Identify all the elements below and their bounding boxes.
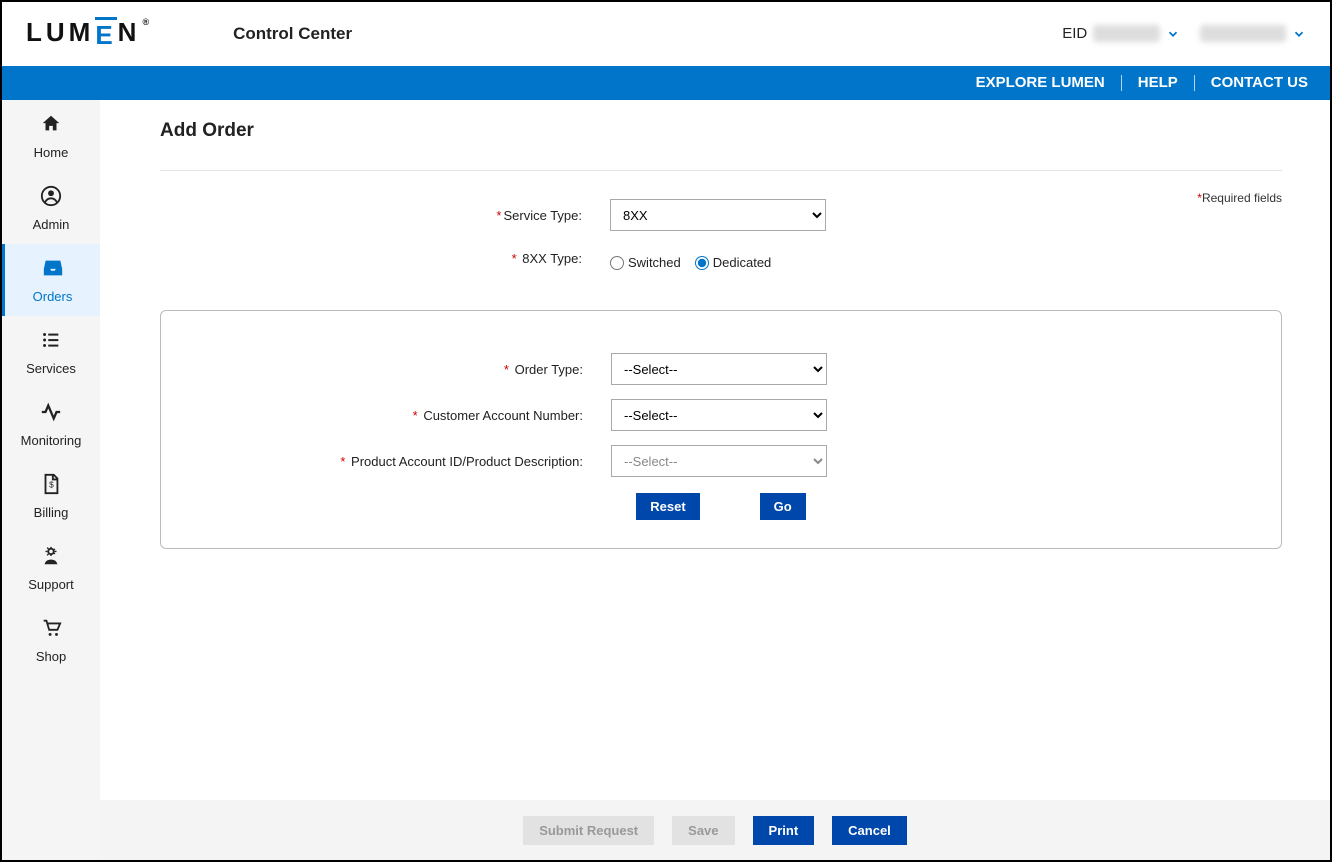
list-icon [40, 329, 62, 357]
sidebar-item-label: Services [26, 361, 76, 376]
sidebar-item-label: Support [28, 577, 74, 592]
eid-value: 0053403 [1093, 25, 1159, 42]
order-type-label: * Order Type: [161, 362, 611, 377]
main-content: Add Order *Required fields *Service Type… [100, 100, 1330, 860]
sidebar-item-shop[interactable]: Shop [2, 604, 100, 676]
cancel-button[interactable]: Cancel [832, 816, 907, 845]
cust-acct-label: * Customer Account Number: [161, 408, 611, 423]
eid-dropdown[interactable]: EID 0053403 [1062, 25, 1179, 42]
sidebar-item-services[interactable]: Services [2, 316, 100, 388]
sidebar-item-admin[interactable]: Admin [2, 172, 100, 244]
sidebar-item-label: Admin [33, 217, 70, 232]
invoice-icon: $ [40, 473, 62, 501]
page-title: Add Order [160, 120, 1282, 142]
inbox-icon [42, 257, 64, 285]
print-button[interactable]: Print [753, 816, 815, 845]
8xx-type-label: * 8XX Type: [160, 251, 610, 266]
cust-acct-select[interactable]: --Select-- [611, 399, 827, 431]
activity-icon [40, 401, 62, 429]
footer-actions: Submit Request Save Print Cancel [100, 800, 1330, 860]
prod-acct-select[interactable]: --Select-- [611, 445, 827, 477]
sidebar-item-billing[interactable]: $ Billing [2, 460, 100, 532]
chevron-down-icon [1292, 27, 1306, 41]
radio-dedicated[interactable]: Dedicated [695, 255, 772, 270]
radio-switched[interactable]: Switched [610, 255, 681, 270]
home-icon [40, 113, 62, 141]
top-bar: LUMEN® Control Center EID 0053403 markua… [2, 2, 1330, 66]
save-button[interactable]: Save [672, 816, 734, 845]
eid-label: EID [1062, 25, 1087, 42]
user-dropdown[interactable]: markuasten [1200, 25, 1306, 42]
brand-logo: LUMEN® [26, 17, 153, 51]
sidebar-item-label: Home [34, 145, 69, 160]
user-icon [40, 185, 62, 213]
sidebar-item-label: Orders [33, 289, 73, 304]
chevron-down-icon [1166, 27, 1180, 41]
nav-explore[interactable]: EXPLORE LUMEN [960, 75, 1122, 91]
order-details-box: * Order Type: --Select-- * Customer Acco… [160, 310, 1282, 549]
sidebar-item-support[interactable]: Support [2, 532, 100, 604]
sidebar-item-monitoring[interactable]: Monitoring [2, 388, 100, 460]
sidebar: Home Admin Orders Services Monitoring $ … [2, 100, 100, 860]
gear-person-icon [40, 545, 62, 573]
order-type-select[interactable]: --Select-- [611, 353, 827, 385]
username: markuasten [1200, 25, 1286, 42]
nav-help[interactable]: HELP [1122, 75, 1195, 91]
top-nav-bar: EXPLORE LUMEN HELP CONTACT US [2, 66, 1330, 100]
svg-text:$: $ [49, 480, 54, 489]
reset-button[interactable]: Reset [636, 493, 699, 520]
sidebar-item-label: Monitoring [21, 433, 82, 448]
prod-acct-label: * Product Account ID/Product Description… [161, 454, 611, 469]
sidebar-item-label: Shop [36, 649, 66, 664]
sidebar-item-home[interactable]: Home [2, 100, 100, 172]
service-type-label: *Service Type: [160, 208, 610, 223]
cart-icon [40, 617, 62, 645]
service-type-select[interactable]: 8XX [610, 199, 826, 231]
nav-contact[interactable]: CONTACT US [1195, 75, 1308, 91]
app-title: Control Center [233, 24, 352, 44]
go-button[interactable]: Go [760, 493, 806, 520]
submit-request-button[interactable]: Submit Request [523, 816, 654, 845]
sidebar-item-label: Billing [34, 505, 69, 520]
sidebar-item-orders[interactable]: Orders [2, 244, 100, 316]
